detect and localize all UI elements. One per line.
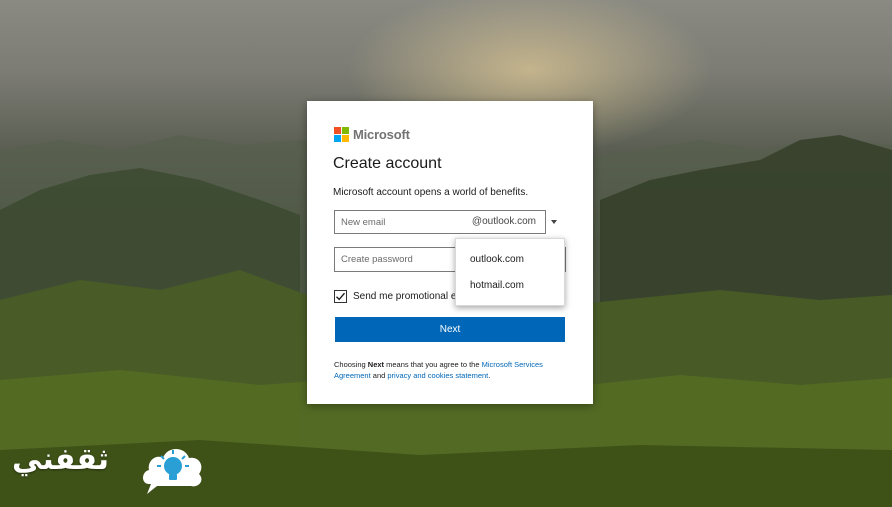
legal-bold: Next: [367, 360, 385, 369]
legal-text: and: [370, 371, 388, 380]
legal-text: .: [488, 371, 491, 380]
legal-text: means that you agree to the: [384, 360, 482, 369]
page-title: Create account: [333, 155, 442, 172]
brand-name: Microsoft: [353, 127, 410, 142]
checkmark-icon: [336, 292, 346, 301]
page-subtitle: Microsoft account opens a world of benef…: [333, 187, 529, 198]
promo-checkbox-row[interactable]: Send me promotional e: [334, 290, 456, 303]
email-field[interactable]: @outlook.com: [334, 210, 546, 234]
site-watermark: ثقفني: [12, 434, 208, 496]
legal-notice: Choosing Next means that you agree to th…: [334, 359, 574, 381]
microsoft-logo-icon: [334, 127, 349, 142]
domain-dropdown-toggle[interactable]: [549, 218, 559, 226]
lightbulb-cloud-icon: [143, 449, 202, 494]
domain-option-hotmail[interactable]: hotmail.com: [470, 280, 524, 291]
domain-option-outlook[interactable]: outlook.com: [470, 254, 524, 265]
promo-checkbox[interactable]: [334, 290, 347, 303]
privacy-statement-link[interactable]: privacy and cookies statement: [387, 371, 488, 380]
legal-text: Choosing: [334, 360, 368, 369]
chevron-down-icon: [551, 220, 557, 224]
email-input[interactable]: [341, 211, 466, 233]
domain-dropdown-menu: outlook.com hotmail.com: [455, 238, 565, 306]
promo-checkbox-label: Send me promotional e: [353, 291, 457, 302]
next-button[interactable]: Next: [335, 317, 565, 342]
watermark-text: ثقفني: [12, 442, 110, 477]
email-domain-label[interactable]: @outlook.com: [472, 216, 536, 227]
brand-header: Microsoft: [334, 127, 410, 142]
